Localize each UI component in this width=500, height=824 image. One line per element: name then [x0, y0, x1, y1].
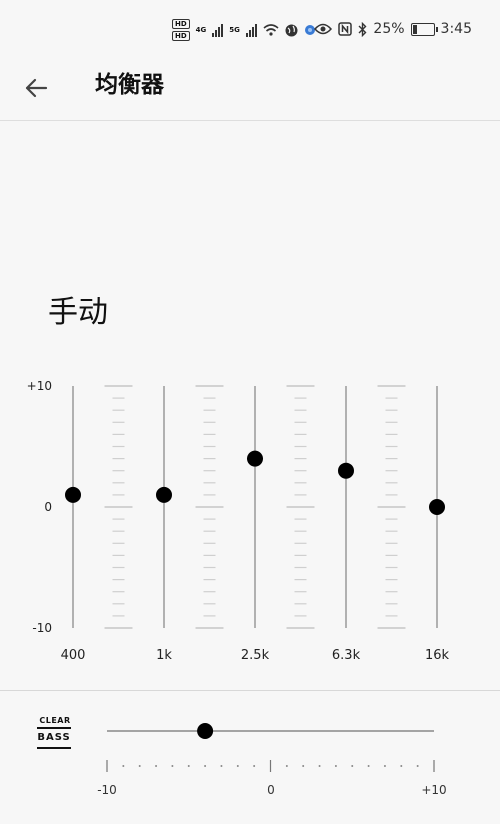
band-label-6-3k: 6.3k — [331, 648, 361, 663]
clear-bass-tick — [383, 765, 386, 767]
scale-mid-label: 0 — [44, 500, 52, 514]
clear-bass-tick — [400, 765, 403, 767]
battery-percent: 25% — [373, 21, 405, 37]
globe-icon — [285, 24, 298, 36]
hd-badge-1: HD — [172, 19, 190, 29]
nfc-icon — [338, 22, 353, 36]
clear-bass-tick — [122, 765, 125, 767]
network-4g-label: 4G — [195, 26, 207, 34]
clear-bass-mid-label: 0 — [267, 783, 275, 797]
scale-min-label: -10 — [32, 621, 52, 635]
band-label-2-5k: 2.5k — [240, 648, 270, 663]
clear-bass-tick — [318, 765, 321, 767]
network-5g-label: 5G — [229, 26, 240, 34]
app-bar: 均衡器 — [0, 58, 500, 121]
preset-mode-label[interactable]: 手动 — [48, 294, 108, 332]
status-bar: HD HD 4G 5G 25% 3:45 — [0, 0, 500, 58]
band-label-1k: 1k — [156, 648, 172, 663]
signal-icon — [212, 23, 224, 37]
status-right: 25% 3:45 — [314, 18, 472, 40]
clear-bass-tick — [285, 765, 288, 767]
clear-bass-tick — [155, 765, 158, 767]
equalizer: +10 0 -10 400 1k 2.5k 6.3k 16k — [0, 370, 500, 680]
clear-bass-max-label: +10 — [421, 783, 447, 797]
band-knob-6.3k[interactable] — [338, 462, 354, 479]
clear-bass-tick — [187, 765, 190, 767]
equalizer-sliders — [65, 385, 445, 629]
clock: 3:45 — [440, 21, 472, 37]
band-knob-16k[interactable] — [429, 499, 445, 515]
clear-bass-tick — [351, 765, 354, 767]
clear-bass-min-label: -10 — [97, 783, 117, 797]
page-title: 均衡器 — [95, 72, 164, 98]
clear-bass-tick — [236, 765, 239, 767]
hd-icon: HD HD — [172, 19, 190, 41]
wifi-icon — [263, 24, 279, 36]
battery-icon — [410, 22, 438, 36]
clear-bass-tick — [416, 765, 419, 767]
clear-bass-slider[interactable] — [0, 700, 500, 780]
clear-bass-tick — [253, 765, 256, 767]
hd-badge-2: HD — [172, 31, 190, 41]
band-label-400: 400 — [60, 648, 86, 663]
band-knob-1k[interactable] — [156, 486, 172, 503]
battery-level — [412, 24, 418, 34]
band-label-16k: 16k — [424, 648, 450, 663]
eye-icon — [314, 23, 333, 35]
section-divider — [0, 690, 500, 691]
bluetooth-icon — [358, 21, 367, 37]
clear-bass-tick — [367, 765, 370, 767]
clear-bass-tick — [204, 765, 207, 767]
clear-bass-tick — [220, 765, 223, 767]
signal-icon-2 — [245, 23, 257, 37]
back-arrow-icon[interactable] — [18, 70, 54, 106]
clear-bass-tick — [138, 765, 141, 767]
band-knob-400[interactable] — [65, 486, 81, 503]
clear-bass-tick — [334, 765, 337, 767]
clear-bass-tick — [302, 765, 305, 767]
clear-bass-tick — [171, 765, 174, 767]
scale-max-label: +10 — [26, 379, 52, 393]
status-left: HD HD 4G 5G — [172, 16, 316, 44]
clear-bass-knob[interactable] — [197, 723, 214, 739]
band-knob-2.5k[interactable] — [247, 450, 263, 467]
